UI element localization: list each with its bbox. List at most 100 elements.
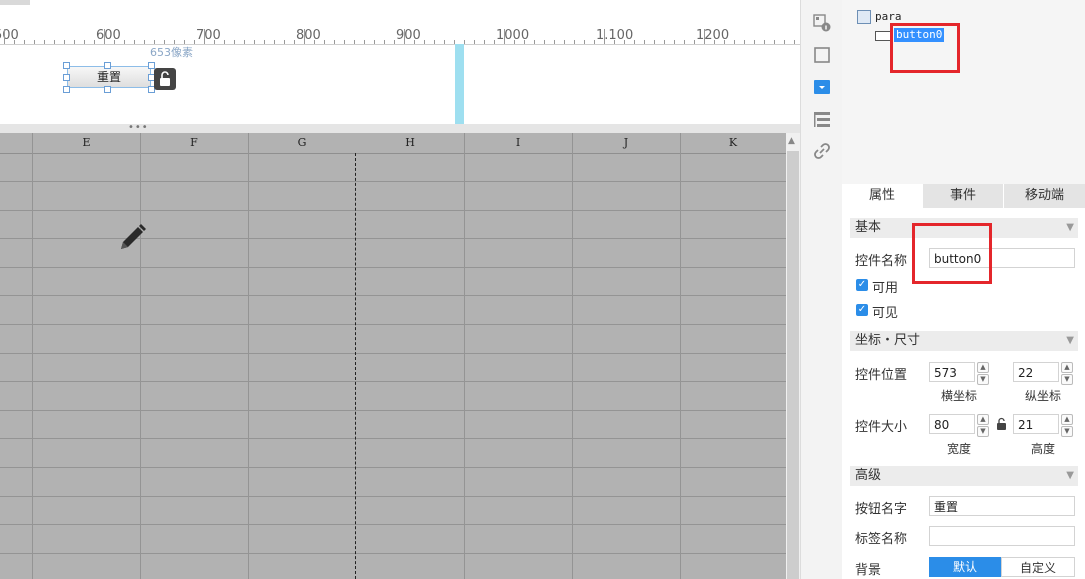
grid-row-line — [0, 324, 786, 325]
ruler-tick — [94, 40, 95, 44]
ruler-tick — [324, 40, 325, 44]
scrollbar-thumb[interactable] — [787, 151, 799, 579]
y-stepper[interactable]: ▲ ▼ — [1061, 362, 1073, 385]
ruler-tick — [414, 40, 415, 44]
section-coordinates[interactable]: 坐标・尺寸 ▼ — [850, 331, 1078, 351]
width-input[interactable]: 80 — [929, 414, 975, 434]
y-input[interactable]: 22 — [1013, 362, 1059, 382]
splitter-grip-icon[interactable]: ••• — [128, 123, 149, 133]
collapse-icon[interactable]: ▼ — [1066, 218, 1074, 238]
ruler-tick — [354, 40, 355, 44]
link-icon[interactable] — [812, 141, 832, 161]
collapse-icon[interactable]: ▼ — [1066, 331, 1074, 351]
column-header[interactable]: H — [356, 133, 464, 153]
ruler-tick — [464, 40, 465, 44]
ruler-tick — [734, 40, 735, 44]
column-header[interactable]: I — [464, 133, 572, 153]
resize-handle[interactable] — [63, 62, 70, 69]
ruler-tick — [764, 40, 765, 44]
ruler-tick — [514, 40, 515, 44]
ruler-tick — [634, 40, 635, 44]
frame-icon[interactable] — [812, 45, 832, 65]
resize-handle[interactable] — [63, 86, 70, 93]
ruler-tick — [404, 29, 405, 44]
ruler-tick — [74, 40, 75, 44]
pane-splitter[interactable] — [0, 124, 800, 133]
highlight-box — [912, 223, 992, 284]
ruler-tick — [334, 40, 335, 44]
ruler-tick — [234, 40, 235, 44]
ruler-tick — [264, 40, 265, 44]
ruler-tick — [584, 40, 585, 44]
column-header[interactable]: F — [140, 133, 248, 153]
tab-events[interactable]: 事件 — [923, 184, 1004, 208]
ruler-tick — [214, 40, 215, 44]
resize-handle[interactable] — [63, 74, 70, 81]
canvas-boundary — [455, 44, 464, 124]
ruler-tick — [64, 40, 65, 44]
section-title: 坐标・尺寸 — [855, 333, 921, 348]
column-header[interactable]: K — [680, 133, 786, 153]
height-stepper[interactable]: ▲ ▼ — [1061, 414, 1073, 437]
ruler-tick — [284, 40, 285, 44]
width-stepper[interactable]: ▲ ▼ — [977, 414, 989, 437]
resize-handle[interactable] — [104, 62, 111, 69]
grid-row-line — [0, 524, 786, 525]
tab-properties[interactable]: 属性 — [842, 184, 923, 208]
bg-default-option[interactable]: 默认 — [929, 557, 1001, 577]
collapse-icon[interactable]: ▼ — [1066, 466, 1074, 486]
enabled-checkbox[interactable]: ✓ — [856, 279, 868, 291]
button-node-icon — [875, 31, 891, 41]
component-info-icon[interactable] — [812, 13, 832, 33]
unlock-button[interactable] — [154, 68, 176, 90]
grid-column-line — [464, 133, 465, 579]
bg-custom-option[interactable]: 自定义 — [1001, 557, 1075, 577]
width-caption: 宽度 — [947, 442, 972, 456]
spreadsheet-grid[interactable]: E F G H I J K — [0, 133, 786, 579]
resize-handle[interactable] — [104, 86, 111, 93]
ruler-tick — [624, 40, 625, 44]
column-header[interactable]: E — [33, 133, 140, 153]
ruler-tick — [4, 29, 5, 44]
ruler-tick — [784, 40, 785, 44]
property-panel: para button0 属性 事件 移动端 基本 ▼ 控件名称 button0 … — [842, 0, 1085, 579]
design-canvas[interactable]: 500 600 700 800 900 1000 1.100 1200 653像… — [0, 0, 800, 124]
grid-row-line — [0, 181, 786, 182]
ruler-tick — [474, 40, 475, 44]
ruler-tick — [54, 40, 55, 44]
reset-button[interactable]: 重置 — [67, 66, 151, 88]
grid-row-line — [0, 467, 786, 468]
grid-row-line — [0, 295, 786, 296]
component-tree: para button0 — [842, 0, 1085, 184]
visible-checkbox[interactable]: ✓ — [856, 304, 868, 316]
column-header[interactable]: J — [572, 133, 680, 153]
ruler-tick — [254, 40, 255, 44]
pixel-hint-label: 653像素 — [150, 46, 193, 59]
list-edit-icon[interactable] — [812, 109, 832, 129]
tab-mobile[interactable]: 移动端 — [1004, 184, 1085, 208]
vertical-scrollbar[interactable]: ▲ — [786, 133, 800, 579]
x-stepper[interactable]: ▲ ▼ — [977, 362, 989, 385]
tree-root-label[interactable]: para — [875, 10, 902, 23]
grid-row-line — [0, 496, 786, 497]
scroll-up-icon[interactable]: ▲ — [788, 136, 795, 146]
ruler-tick — [424, 40, 425, 44]
column-header[interactable]: G — [248, 133, 356, 153]
enabled-label: 可用 — [872, 281, 899, 296]
section-advanced[interactable]: 高级 ▼ — [850, 466, 1078, 486]
ruler-tick — [84, 40, 85, 44]
tag-name-input[interactable] — [929, 526, 1075, 546]
ruler-label: 600 — [96, 28, 121, 43]
ruler-label: 800 — [296, 28, 321, 43]
ruler-tick — [794, 40, 795, 44]
dropdown-icon[interactable] — [812, 77, 832, 97]
x-input[interactable]: 573 — [929, 362, 975, 382]
height-input[interactable]: 21 — [1013, 414, 1059, 434]
ruler-tick — [614, 40, 615, 44]
grid-row-line — [0, 353, 786, 354]
pencil-icon — [118, 222, 148, 255]
button-text-input[interactable]: 重置 — [929, 496, 1075, 516]
ruler-tick — [594, 40, 595, 44]
grid-column-line — [32, 133, 33, 579]
aspect-lock-icon[interactable] — [996, 417, 1007, 434]
